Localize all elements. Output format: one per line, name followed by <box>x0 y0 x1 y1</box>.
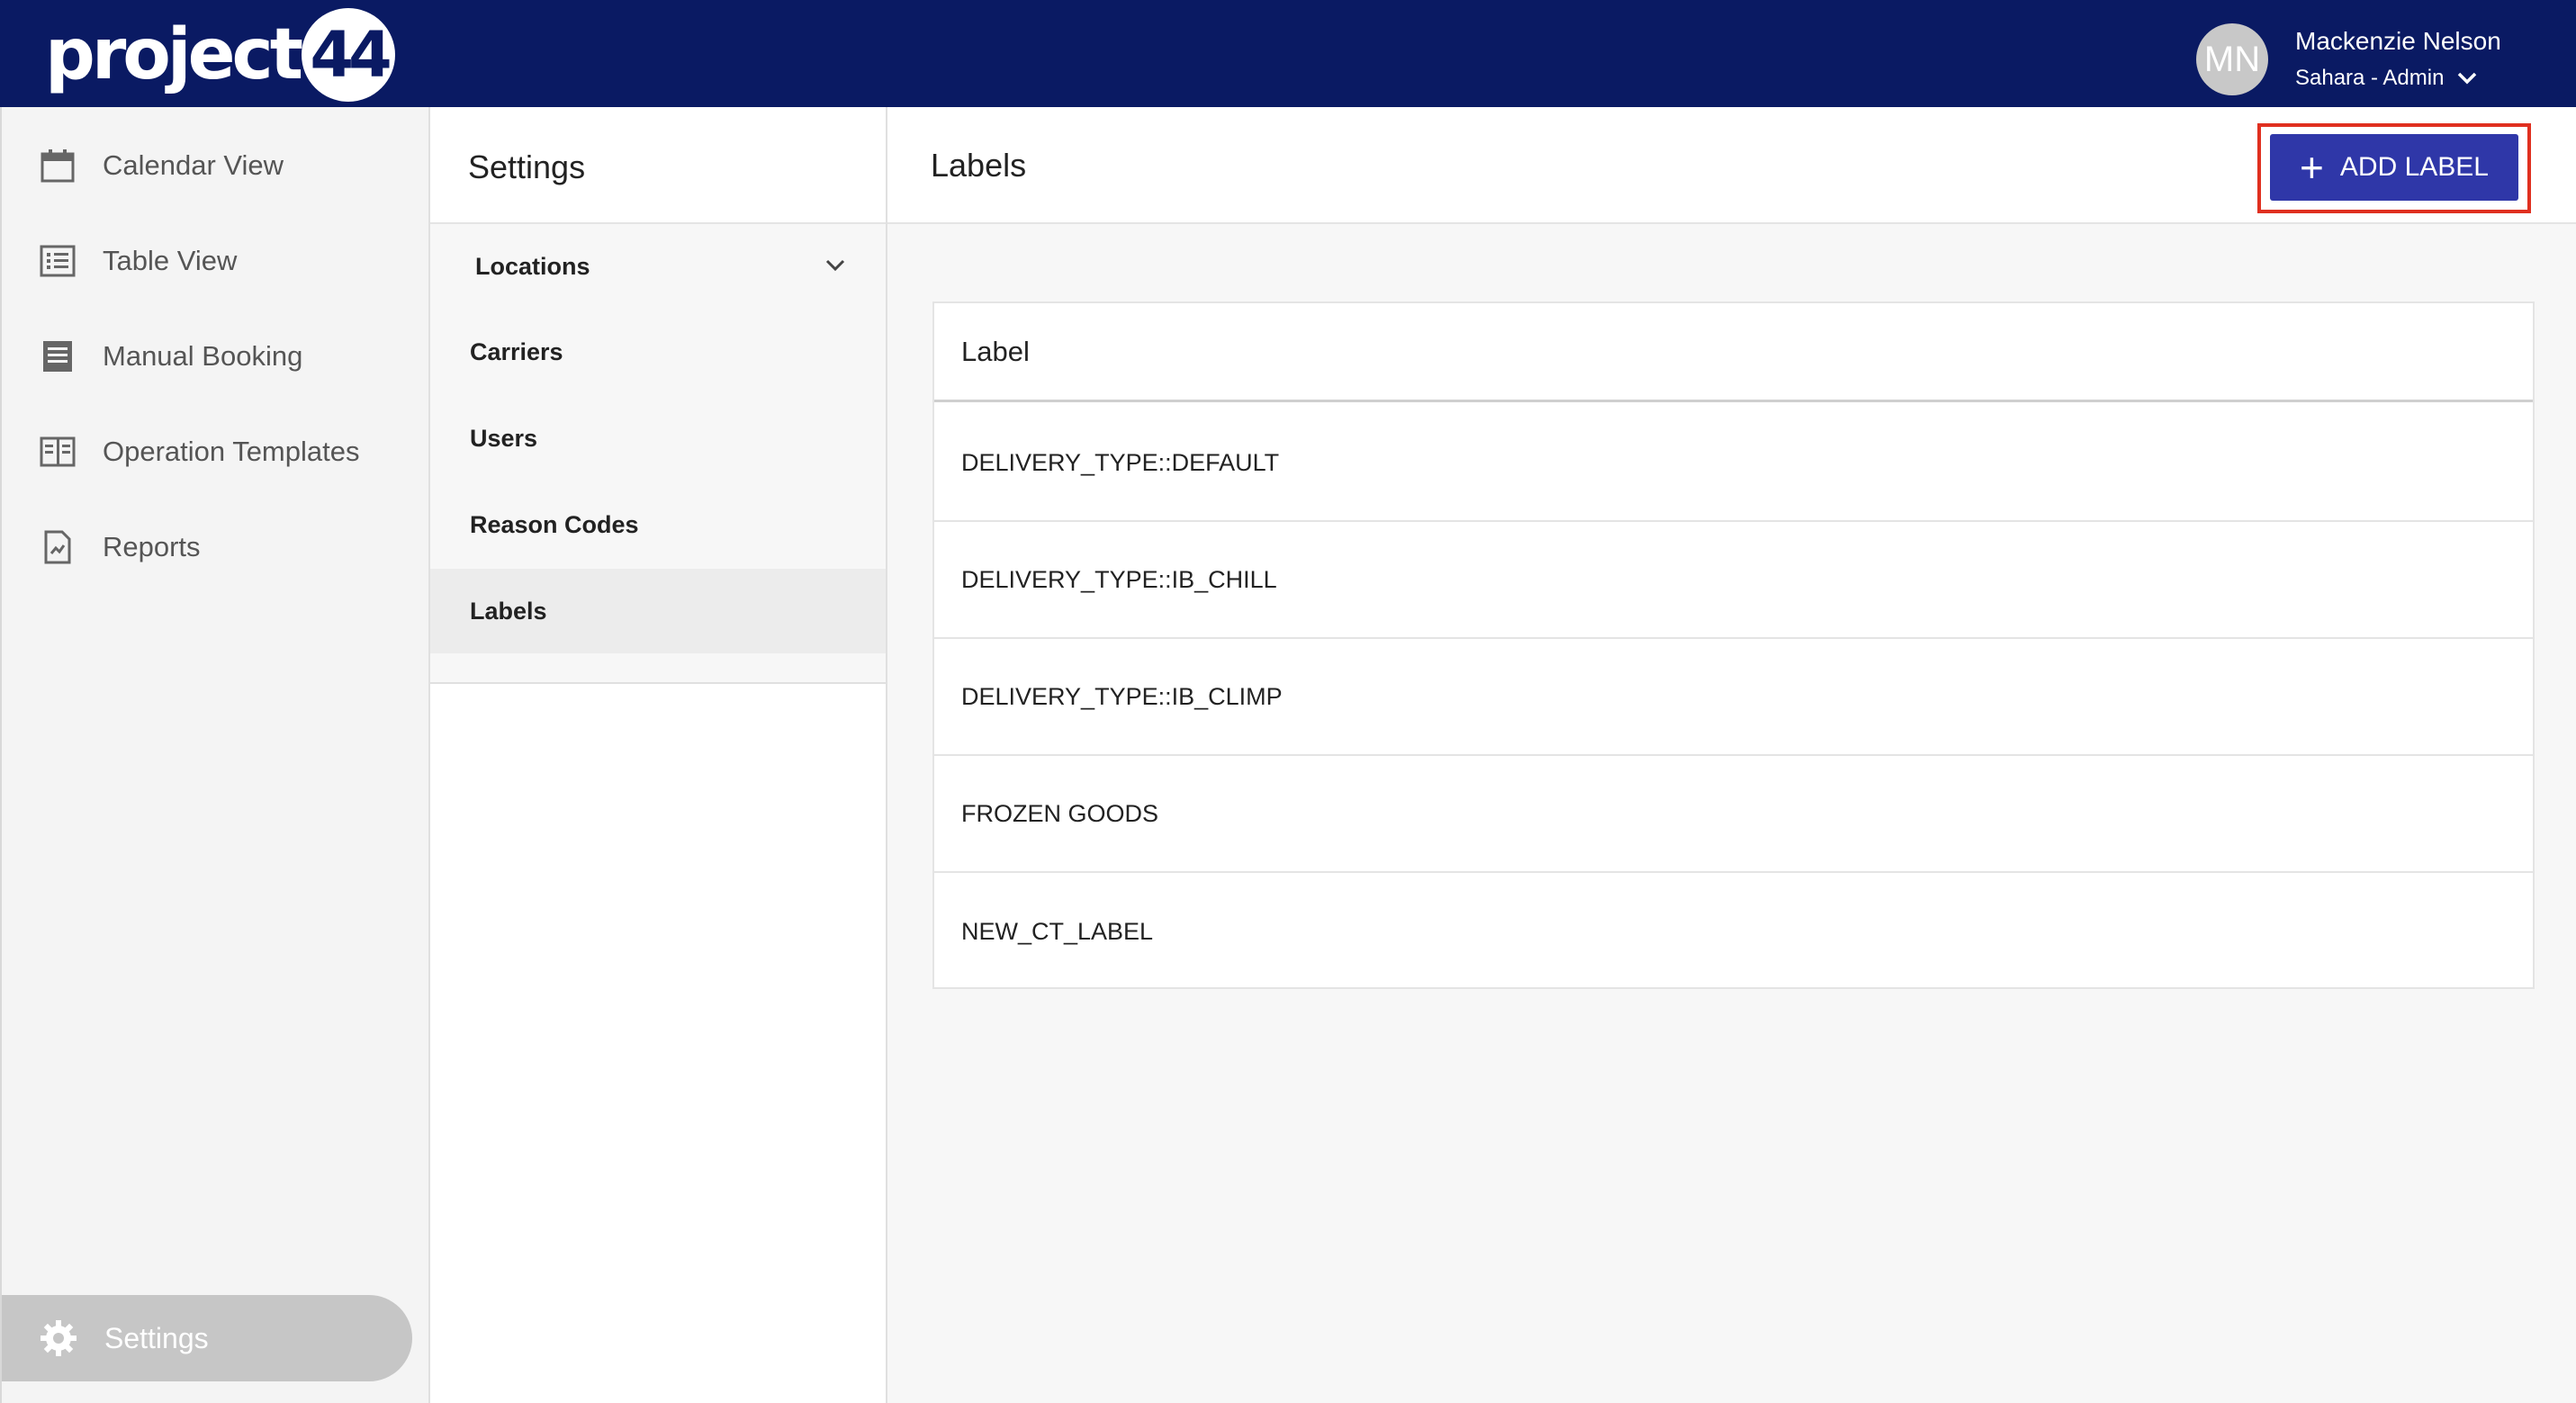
page-header: Labels + ADD LABEL <box>887 107 2576 224</box>
report-icon <box>40 529 76 565</box>
settings-title: Settings <box>468 148 586 185</box>
table-row[interactable]: DELIVERY_TYPE::DEFAULT <box>934 405 2533 522</box>
settings-item-carriers[interactable]: Carriers <box>430 310 886 394</box>
logo-badge: 44 <box>302 8 396 102</box>
sidebar: Calendar View Table View Manual Booking … <box>0 107 430 1403</box>
list-icon <box>40 243 76 279</box>
sidebar-item-label: Manual Booking <box>103 340 303 372</box>
add-label-button-label: ADD LABEL <box>2339 152 2489 182</box>
table-header: Label <box>934 303 2533 402</box>
settings-item-label: Labels <box>470 597 547 625</box>
settings-menu: Locations Carriers Users Reason Codes La… <box>430 224 886 684</box>
sidebar-item-reports[interactable]: Reports <box>2 511 425 583</box>
chevron-down-icon[interactable] <box>824 258 846 273</box>
calendar-icon <box>40 148 76 184</box>
document-icon <box>40 338 76 374</box>
plus-icon: + <box>2300 144 2324 191</box>
main-content: Labels + ADD LABEL Label DELIVERY_TYPE::… <box>887 107 2576 1403</box>
user-menu[interactable]: MN Mackenzie Nelson Sahara - Admin <box>2196 23 2501 95</box>
settings-item-label: Reason Codes <box>470 510 639 538</box>
settings-panel: Settings Locations Carriers Users Reason… <box>430 107 887 1403</box>
user-info: Mackenzie Nelson Sahara - Admin <box>2295 25 2501 94</box>
sidebar-item-table-view[interactable]: Table View <box>2 225 425 297</box>
sidebar-item-calendar-view[interactable]: Calendar View <box>2 130 425 202</box>
sidebar-item-label: Operation Templates <box>103 436 360 467</box>
settings-item-users[interactable]: Users <box>430 396 886 481</box>
settings-item-locations[interactable]: Locations <box>430 224 886 309</box>
settings-item-label: Users <box>470 424 538 452</box>
top-bar: project 44 MN Mackenzie Nelson Sahara - … <box>0 0 2576 107</box>
logo-text: project <box>45 14 303 95</box>
sidebar-item-label: Reports <box>103 531 201 562</box>
page-title: Labels <box>931 147 1027 184</box>
table-row[interactable]: DELIVERY_TYPE::IB_CLIMP <box>934 639 2533 756</box>
sidebar-item-label: Settings <box>104 1321 209 1354</box>
user-role-label: Sahara - Admin <box>2295 66 2445 90</box>
settings-item-labels[interactable]: Labels <box>430 569 886 653</box>
book-icon <box>40 434 76 470</box>
settings-item-reason-codes[interactable]: Reason Codes <box>430 482 886 567</box>
chevron-down-icon[interactable] <box>2456 71 2478 85</box>
sidebar-item-label: Calendar View <box>103 149 284 181</box>
gear-icon <box>40 1319 77 1357</box>
labels-table: Label DELIVERY_TYPE::DEFAULT DELIVERY_TY… <box>932 301 2535 989</box>
sidebar-item-operation-templates[interactable]: Operation Templates <box>2 416 425 488</box>
logo[interactable]: project 44 <box>45 7 396 103</box>
settings-item-label: Locations <box>475 252 590 280</box>
user-name: Mackenzie Nelson <box>2295 27 2501 55</box>
sidebar-item-label: Table View <box>103 245 238 276</box>
table-row[interactable]: NEW_CT_LABEL <box>934 873 2533 990</box>
user-role: Sahara - Admin <box>2295 63 2501 94</box>
sidebar-item-settings[interactable]: Settings <box>2 1295 412 1381</box>
table-row[interactable]: FROZEN GOODS <box>934 756 2533 873</box>
add-label-button[interactable]: + ADD LABEL <box>2270 134 2518 201</box>
sidebar-item-manual-booking[interactable]: Manual Booking <box>2 320 425 392</box>
settings-item-label: Carriers <box>470 337 563 365</box>
avatar: MN <box>2196 23 2268 95</box>
table-row[interactable]: DELIVERY_TYPE::IB_CHILL <box>934 522 2533 639</box>
